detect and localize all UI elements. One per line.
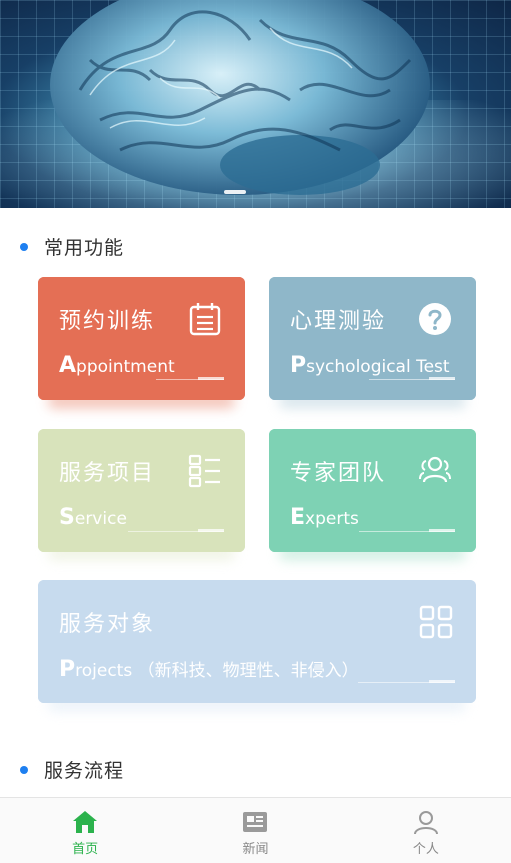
card-decor-bar xyxy=(429,680,455,683)
section-common-functions: 常用功能 xyxy=(20,233,124,260)
tab-label: 个人 xyxy=(412,842,439,857)
card-title: 服务对象 xyxy=(59,612,156,637)
calendar-icon xyxy=(189,303,221,336)
list-icon xyxy=(188,454,220,488)
service-card[interactable]: 服务项目 Service xyxy=(38,429,245,560)
tab-home[interactable]: 首页 xyxy=(0,798,170,863)
card-title: 预约训练 xyxy=(59,309,156,334)
appointment-card[interactable]: 预约训练 Appointment xyxy=(38,277,245,408)
projects-card[interactable]: 服务对象 Projects （新科技、物理性、非侵入） xyxy=(38,580,476,711)
carousel-indicator[interactable] xyxy=(224,190,246,194)
psychological-test-card[interactable]: 心理测验 Psychological Test xyxy=(269,277,476,408)
card-subtitle: Experts xyxy=(290,505,359,530)
hero-banner[interactable] xyxy=(0,0,511,208)
card-decor-bar xyxy=(429,529,455,532)
tab-news[interactable]: 新闻 xyxy=(170,798,340,863)
experts-card[interactable]: 专家团队 Experts xyxy=(269,429,476,560)
card-decor-bar xyxy=(198,529,224,532)
card-subtitle: Appointment xyxy=(59,353,175,378)
card-subtitle: Psychological Test xyxy=(290,353,450,378)
section-bullet xyxy=(20,242,28,251)
card-subtitle: Service xyxy=(59,505,127,530)
bottom-tab-bar: 首页 新闻 个人 xyxy=(0,797,511,863)
card-title: 专家团队 xyxy=(290,461,387,486)
home-icon xyxy=(73,811,98,833)
question-icon xyxy=(419,303,451,335)
brain-illustration xyxy=(50,0,430,195)
section-service-process: 服务流程 xyxy=(20,756,124,783)
tab-label: 首页 xyxy=(72,842,99,857)
news-icon xyxy=(243,812,268,832)
card-decor-bar xyxy=(198,377,224,380)
team-icon xyxy=(419,456,451,483)
section-title: 服务流程 xyxy=(44,760,125,782)
tab-profile[interactable]: 个人 xyxy=(341,798,511,863)
card-title: 服务项目 xyxy=(59,461,156,486)
user-icon xyxy=(413,811,438,834)
grid-icon xyxy=(419,605,453,639)
card-subtitle: Projects （新科技、物理性、非侵入） xyxy=(59,657,359,682)
card-title: 心理测验 xyxy=(290,309,387,334)
tab-label: 新闻 xyxy=(242,842,269,857)
section-bullet xyxy=(20,765,28,774)
card-decor-bar xyxy=(429,377,455,380)
section-title: 常用功能 xyxy=(44,237,125,259)
